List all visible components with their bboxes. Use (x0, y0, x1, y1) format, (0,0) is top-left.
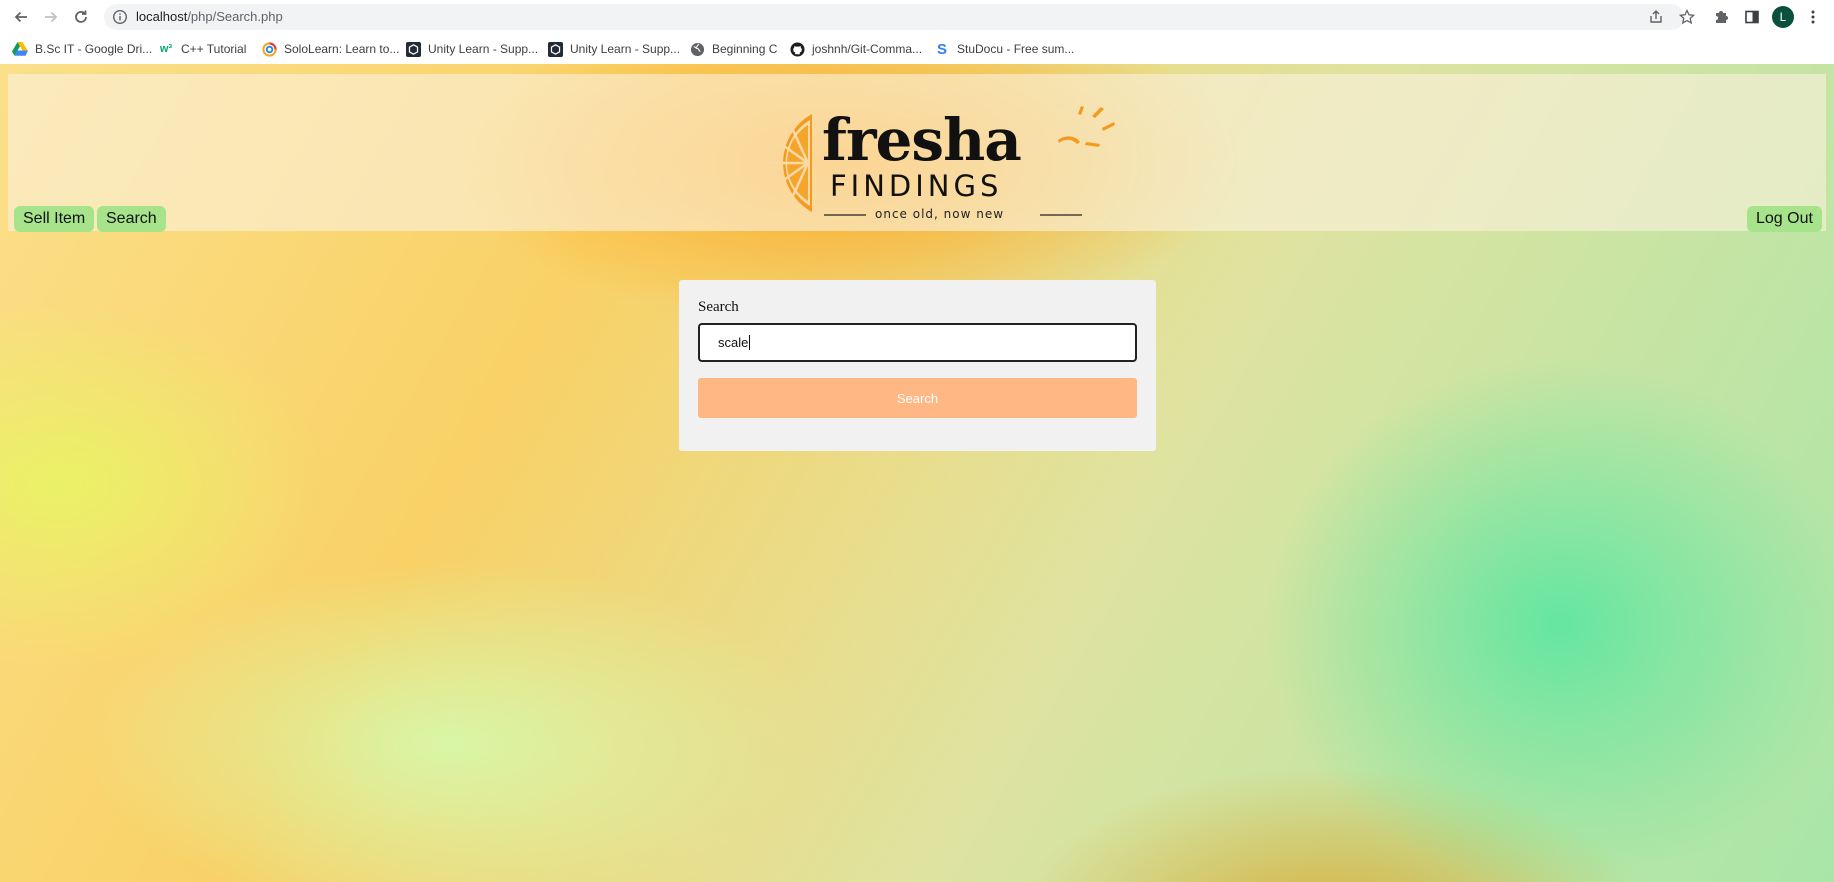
bookmark-label: Beginning C (712, 42, 778, 56)
bookmark-sololearn[interactable]: SoloLearn: Learn to... (261, 40, 399, 58)
profile-initial: L (1779, 10, 1787, 24)
search-nav-button[interactable]: Search (97, 206, 166, 232)
bookmark-cpp-tutorial[interactable]: w³ C++ Tutorial (158, 40, 247, 58)
puzzle-icon (1716, 11, 1728, 23)
text-caret (749, 335, 751, 350)
site-header: Sell Item Search Log Out fresha FINDINGS… (8, 74, 1826, 232)
unity-icon (405, 41, 421, 57)
search-submit-button[interactable]: Search (698, 378, 1137, 418)
logo-word-fresha: fresha (822, 106, 1022, 174)
search-input-value: scale (718, 335, 749, 350)
studocu-icon: S (936, 40, 947, 58)
bookmark-label: Unity Learn - Supp... (570, 42, 681, 56)
unity-icon (547, 41, 563, 57)
google-drive-icon (12, 41, 28, 57)
reload-icon (75, 10, 87, 23)
more-vertical-icon (1811, 10, 1815, 24)
bookmark-label: C++ Tutorial (181, 42, 247, 56)
logo-tagline: once old, now new (875, 207, 1005, 221)
bookmark-unity-learn-2[interactable]: Unity Learn - Supp... (547, 40, 680, 58)
profile-avatar[interactable]: L (1772, 6, 1794, 28)
bookmark-studocu[interactable]: S StuDocu - Free sum... (934, 40, 1074, 58)
search-input[interactable]: scale (698, 323, 1137, 362)
search-card: Search scale Search (679, 280, 1156, 451)
page-viewport: Sell Item Search Log Out fresha FINDINGS… (0, 64, 1834, 882)
site-logo[interactable]: fresha FINDINGS once old, now new (734, 106, 1116, 226)
sell-item-button[interactable]: Sell Item (14, 206, 95, 232)
w3schools-icon: w³ (159, 43, 173, 55)
logo-word-findings: FINDINGS (830, 169, 1003, 203)
logout-button[interactable]: Log Out (1747, 206, 1822, 232)
bookmark-star-icon[interactable] (1679, 9, 1695, 25)
browser-menu-button[interactable] (1800, 4, 1826, 30)
bookmark-label: StuDocu - Free sum... (957, 42, 1075, 56)
bookmarks-bar: B.Sc IT - Google Dri... w³ C++ Tutorial S… (0, 34, 1834, 64)
url-host: localhost (136, 9, 188, 24)
bookmark-unity-learn-1[interactable]: Unity Learn - Supp... (405, 40, 538, 58)
extensions-button[interactable] (1708, 4, 1734, 30)
address-bar[interactable]: localhost/php/Search.php (104, 4, 1695, 30)
github-icon (789, 41, 805, 57)
side-panel-icon (1745, 10, 1759, 24)
browser-toolbar: localhost/php/Search.php L (0, 0, 1834, 34)
forward-arrow-icon (45, 11, 58, 23)
bookmark-google-drive[interactable]: B.Sc IT - Google Dri... (12, 40, 152, 58)
bookmark-label: SoloLearn: Learn to... (284, 42, 400, 56)
share-icon[interactable] (1648, 9, 1664, 25)
bookmark-beginning-c[interactable]: Beginning C (689, 40, 777, 58)
url-path: /php/Search.php (187, 9, 283, 24)
site-info-icon[interactable] (112, 9, 128, 25)
back-button[interactable] (8, 4, 34, 30)
bookmark-label: B.Sc IT - Google Dri... (35, 42, 153, 56)
sololearn-icon (261, 41, 277, 57)
bookmark-github[interactable]: joshnh/Git-Comma... (789, 40, 922, 58)
back-arrow-icon (14, 11, 27, 23)
forward-button[interactable] (38, 4, 64, 30)
search-label: Search (698, 299, 739, 315)
globe-icon (689, 41, 705, 57)
reload-button[interactable] (68, 4, 94, 30)
bookmark-label: joshnh/Git-Comma... (812, 42, 923, 56)
bookmark-label: Unity Learn - Supp... (428, 42, 539, 56)
side-panel-button[interactable] (1739, 4, 1765, 30)
url-text: localhost/php/Search.php (136, 9, 283, 24)
